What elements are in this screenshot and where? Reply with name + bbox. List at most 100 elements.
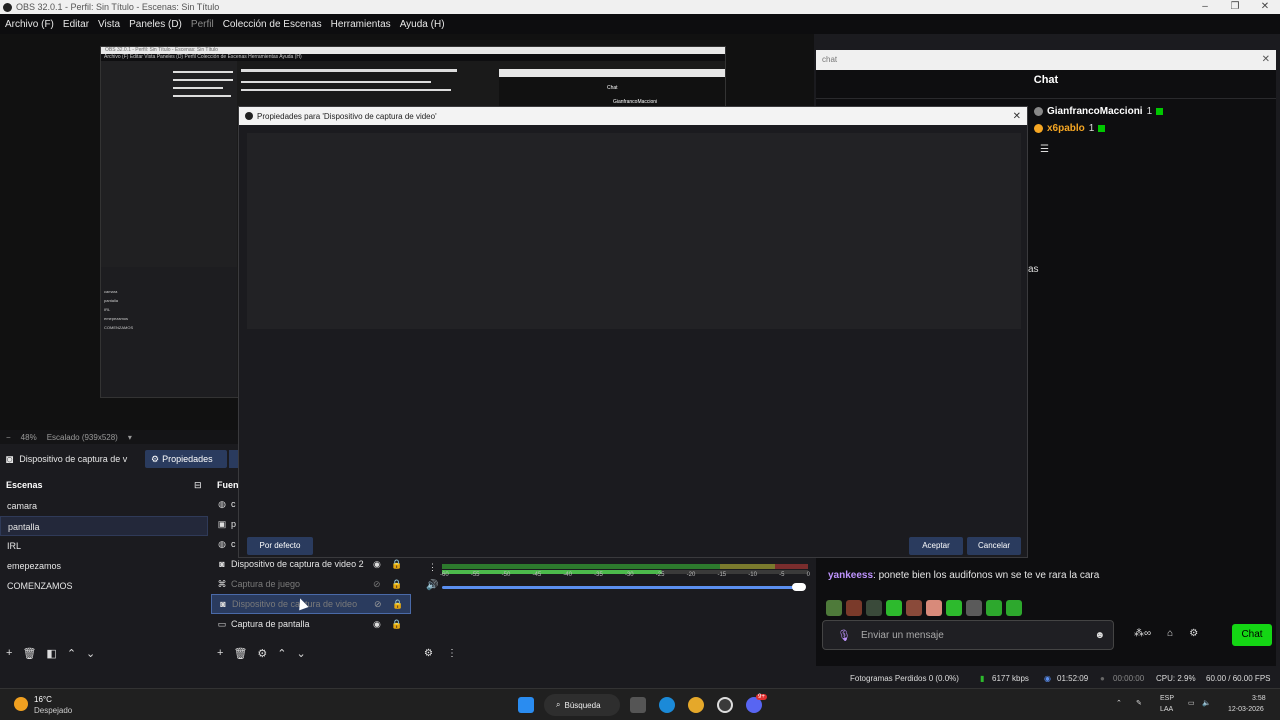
edge-icon[interactable] <box>659 697 675 713</box>
nested-scenes-dock: camara pantalla IRL emepezamos COMENZAMO… <box>101 267 237 397</box>
volume-slider[interactable] <box>442 586 804 589</box>
scene-item-pantalla[interactable]: pantalla <box>0 516 208 536</box>
chat-viewer-row[interactable]: x6pablo 1 <box>1034 123 1106 134</box>
trash-icon[interactable]: 🗑 <box>22 647 36 660</box>
globe-icon: ◍ <box>218 539 226 549</box>
source-item[interactable]: ⌘ Captura de juego ⊘ 🔒 <box>211 574 411 594</box>
close-icon[interactable]: ✕ <box>1262 50 1270 70</box>
volume-icon[interactable]: 🔈 <box>1202 699 1211 707</box>
menu-archivo[interactable]: Archivo (F) <box>5 19 54 30</box>
zoom-minus-icon[interactable]: − <box>6 433 11 442</box>
gear-icon[interactable]: ⚙ <box>1189 628 1198 639</box>
kebab-menu-icon[interactable]: ⋮ <box>447 648 457 659</box>
emote-icon[interactable] <box>926 600 942 616</box>
sources-toolbar: + 🗑 ⚙ ⌃ ⌄ <box>217 647 306 660</box>
window-title: OBS 32.0.1 - Perfil: Sin Título - Escena… <box>16 2 220 12</box>
chevron-up-icon[interactable]: ⌃ <box>67 647 76 660</box>
windows-start-icon[interactable] <box>518 697 534 713</box>
menu-paneles[interactable]: Paneles (D) <box>129 19 182 30</box>
lock-icon[interactable]: 🔒 <box>391 619 402 630</box>
store-icon[interactable]: ⌂ <box>1167 628 1173 639</box>
chevron-down-icon[interactable]: ⌄ <box>297 647 306 660</box>
scene-item-comenzamos[interactable]: COMENZAMOS <box>0 576 208 596</box>
chrome-icon[interactable] <box>688 697 704 713</box>
chevron-up-icon[interactable]: ⌃ <box>277 647 286 660</box>
gear-icon[interactable]: ⚙ <box>257 647 267 660</box>
menu-perfil[interactable]: Perfil <box>191 19 214 30</box>
emote-icon[interactable] <box>866 600 882 616</box>
emote-icon[interactable] <box>886 600 902 616</box>
scene-item-irl[interactable]: IRL <box>0 536 208 556</box>
taskbar-search[interactable]: ⌕ Búsqueda <box>544 694 620 716</box>
source-item[interactable]: ▭ Captura de pantalla ◉ 🔒 <box>211 614 411 634</box>
scene-item-emepezamos[interactable]: emepezamos <box>0 556 208 576</box>
viewer-name: x6pablo <box>1047 123 1085 134</box>
gear-icon[interactable]: ⚙ <box>424 648 433 659</box>
chevron-down-icon[interactable]: ⌄ <box>86 647 95 660</box>
add-icon[interactable]: + <box>6 647 12 660</box>
emote-icon[interactable] <box>906 600 922 616</box>
ok-button[interactable]: Aceptar <box>909 537 963 555</box>
chat-send-button[interactable]: Chat <box>1232 624 1272 646</box>
clock-time: 3:58 <box>1252 695 1266 702</box>
emote-icon[interactable] <box>946 600 962 616</box>
menu-herramientas[interactable]: Herramientas <box>331 19 391 30</box>
channel-points-icon[interactable]: ⁂∞ <box>1134 628 1151 639</box>
chevron-up-icon[interactable]: ⌃ <box>1116 699 1122 707</box>
defaults-button[interactable]: Por defecto <box>247 537 313 555</box>
language[interactable]: ESP <box>1160 695 1174 702</box>
emote-icon[interactable] <box>986 600 1002 616</box>
weather-icon[interactable] <box>14 697 28 711</box>
network-icon[interactable]: ▭ <box>1188 699 1195 707</box>
menu-coleccion-escenas[interactable]: Colección de Escenas <box>223 19 322 30</box>
chevron-down-icon[interactable]: ▾ <box>128 433 132 442</box>
emoji-icon[interactable]: ☻ <box>1094 630 1105 641</box>
emote-icon[interactable] <box>846 600 862 616</box>
emote-icon[interactable] <box>826 600 842 616</box>
menu-editar[interactable]: Editar <box>63 19 89 30</box>
obs-taskbar-icon[interactable] <box>717 697 733 713</box>
scenes-title: Escenas <box>6 480 43 490</box>
chat-input-placeholder: Enviar un mensaje <box>860 629 944 641</box>
add-icon[interactable]: + <box>217 647 223 660</box>
chat-viewer-row[interactable]: GianfrancoMaccioni 1 <box>1034 106 1164 117</box>
maximize-button[interactable]: ❐ <box>1220 0 1250 14</box>
eye-off-icon[interactable]: ⊘ <box>373 579 381 590</box>
temperature: 16°C <box>34 695 52 704</box>
eye-icon[interactable]: ◉ <box>373 619 381 630</box>
lock-icon[interactable]: 🔒 <box>391 559 402 570</box>
close-button[interactable]: ✕ <box>1250 0 1280 14</box>
scenes-toolbar: + 🗑 ◧ ⌃ ⌄ <box>6 647 95 660</box>
close-icon[interactable]: ✕ <box>1013 111 1021 122</box>
emote-icon[interactable] <box>966 600 982 616</box>
chat-tools: ⁂∞ ⌂ ⚙ <box>1134 628 1198 639</box>
task-view-icon[interactable] <box>630 697 646 713</box>
properties-button[interactable]: ⚙ Propiedades <box>145 450 227 468</box>
eye-icon[interactable]: ◉ <box>373 559 381 570</box>
emote-icon[interactable] <box>1006 600 1022 616</box>
message-text: ponete bien los audifonos wn se te ve ra… <box>878 570 1100 581</box>
nested-bar <box>241 81 431 83</box>
menu-ayuda[interactable]: Ayuda (H) <box>400 19 445 30</box>
kebab-menu-icon[interactable]: ⋮ <box>428 562 437 573</box>
lock-icon[interactable]: 🔒 <box>391 579 402 590</box>
meter-scale-label: -15 <box>717 572 727 578</box>
menu-vista[interactable]: Vista <box>98 19 120 30</box>
minimize-button[interactable]: – <box>1190 0 1220 14</box>
scene-item-camara[interactable]: camara <box>0 496 208 516</box>
viewer-count: 1 <box>1146 106 1153 117</box>
cancel-button[interactable]: Cancelar <box>967 537 1021 555</box>
pen-icon[interactable]: ✎ <box>1136 699 1142 707</box>
filter-icon[interactable]: ◧ <box>46 647 56 660</box>
meter-scale-label: -30 <box>624 572 634 578</box>
eye-off-icon[interactable]: ⊘ <box>374 599 382 610</box>
microphone-icon[interactable]: 🎙 <box>837 629 851 642</box>
filter-lines-icon[interactable]: ☰ <box>1040 144 1049 155</box>
trash-icon[interactable]: 🗑 <box>233 647 247 660</box>
speaker-icon[interactable]: 🔊 <box>426 580 438 591</box>
dock-menu-icon[interactable]: ⊟ <box>194 480 202 491</box>
lock-icon[interactable]: 🔒 <box>392 599 403 610</box>
source-item-selected[interactable]: ◙ Dispositivo de captura de video ⊘ 🔒 <box>211 594 411 614</box>
chat-message-input[interactable]: 🎙 Enviar un mensaje ☻ <box>822 620 1114 650</box>
volume-slider-handle[interactable] <box>792 583 806 591</box>
